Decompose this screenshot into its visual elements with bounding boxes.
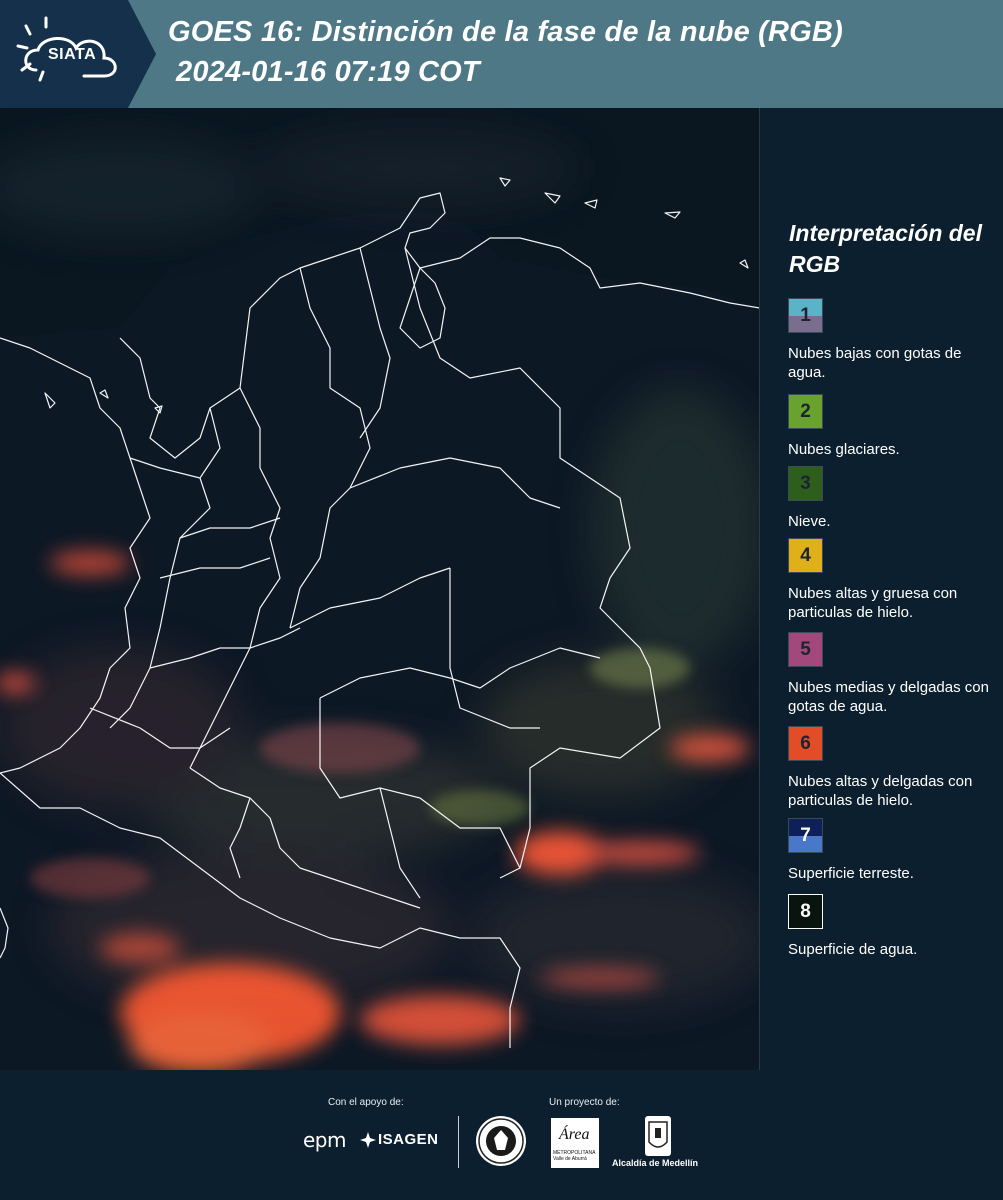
legend-number: 3	[800, 472, 811, 494]
legend-label: Superficie terreste.	[788, 865, 914, 882]
epm-logo: epm	[303, 1128, 346, 1152]
legend-number: 8	[800, 900, 811, 922]
project-label: Un proyecto de:	[549, 1097, 620, 1108]
legend-swatch: 1	[788, 298, 823, 333]
legend-number: 5	[800, 638, 811, 660]
page-title: GOES 16: Distinción de la fase de la nub…	[168, 16, 843, 48]
legend-label: Nubes glaciares.	[788, 441, 900, 458]
legend-label: Nubes altas y gruesa con particulas de h…	[788, 585, 958, 621]
legend-label: Nubes bajas con gotas de agua.	[788, 345, 962, 381]
page-timestamp: 2024-01-16 07:19 COT	[176, 56, 480, 88]
legend-title: Interpretación del RGB	[789, 220, 982, 277]
legend-swatch: 5	[788, 632, 823, 667]
alcaldia-label: Alcaldía de Medellín	[612, 1158, 699, 1168]
legend-label: Nubes altas y delgadas con particulas de…	[788, 773, 973, 809]
legend-swatch: 8	[788, 894, 823, 929]
legend-number: 7	[800, 824, 811, 846]
isagen-text: ISAGEN	[378, 1131, 439, 1148]
footer: Con el apoyo de: Un proyecto de: epm ISA…	[0, 1070, 1003, 1200]
legend-label: Nubes medias y delgadas con gotas de agu…	[788, 679, 989, 715]
legend-number: 2	[800, 400, 811, 422]
area-logo-sub: METROPOLITANA Valle de Aburrá	[553, 1150, 596, 1162]
legend-label: Superficie de agua.	[788, 941, 918, 958]
legend-swatch: 6	[788, 726, 823, 761]
legend-number: 1	[800, 304, 811, 326]
legend-number: 6	[800, 732, 811, 754]
legend-panel: Interpretación del RGB 1 Nubes bajas con…	[760, 108, 1003, 1070]
siata-logo: SIATA	[0, 0, 160, 108]
siata-logo-text: SIATA	[48, 46, 97, 63]
header: SIATA GOES 16: Distinción de la fase de …	[0, 0, 1003, 108]
support-label: Con el apoyo de:	[328, 1097, 404, 1108]
legend-swatch: 3	[788, 466, 823, 501]
isagen-icon	[360, 1132, 376, 1148]
footer-divider	[458, 1116, 459, 1168]
alcaldia-crest-icon	[645, 1116, 671, 1156]
area-metropolitana-logo: Área METROPOLITANA Valle de Aburrá	[551, 1118, 599, 1168]
isagen-logo: ISAGEN	[360, 1131, 439, 1148]
legend-label: Nieve.	[788, 513, 831, 530]
legend-number: 4	[800, 544, 811, 566]
university-seal-icon	[476, 1116, 526, 1166]
satellite-map	[0, 108, 760, 1070]
legend-swatch: 7	[788, 818, 823, 853]
legend-swatch: 2	[788, 394, 823, 429]
legend-swatch: 4	[788, 538, 823, 573]
area-logo-word: Área	[559, 1126, 590, 1143]
